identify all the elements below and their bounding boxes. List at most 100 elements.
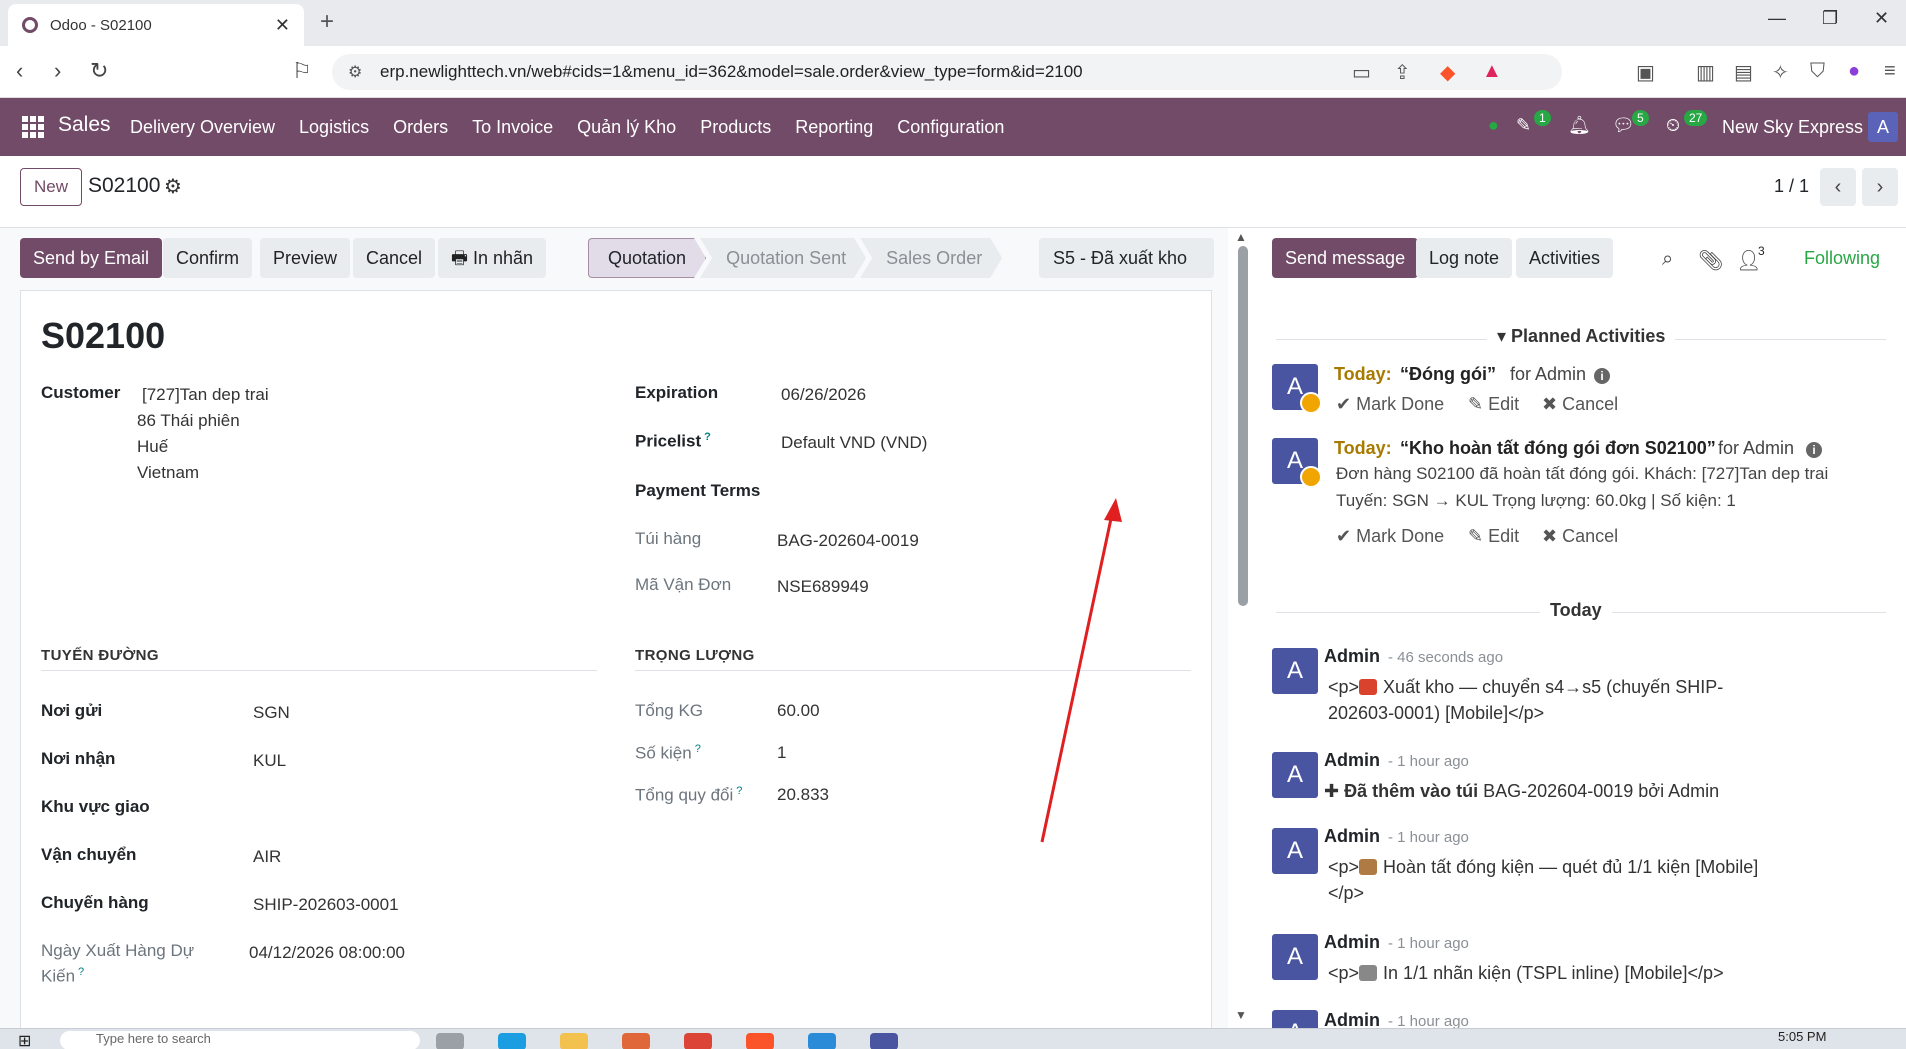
reader-icon[interactable]: ▣ — [1636, 60, 1655, 85]
edit-link[interactable]: ✎ Edit — [1468, 394, 1519, 415]
menu-logistics[interactable]: Logistics — [299, 117, 369, 138]
cancel-link[interactable]: ✖ Cancel — [1542, 394, 1618, 415]
sidebar-icon[interactable]: ▥ — [1696, 60, 1715, 85]
new-tab-icon[interactable]: + — [320, 8, 334, 36]
message-author[interactable]: Admin — [1324, 826, 1380, 847]
mark-done-link[interactable]: ✔ Mark Done — [1336, 394, 1444, 415]
task-view-icon[interactable] — [436, 1033, 464, 1049]
eta-field[interactable]: 04/12/2026 08:00:00 — [249, 943, 405, 963]
confirm-button[interactable]: Confirm — [163, 238, 253, 278]
new-button[interactable]: New — [20, 168, 82, 206]
profile-icon[interactable]: ● — [1848, 60, 1860, 83]
brave-icon[interactable] — [746, 1033, 774, 1049]
menu-quan-ly-kho[interactable]: Quản lý Kho — [577, 117, 676, 138]
scroll-up-icon[interactable]: ▲ — [1235, 230, 1247, 244]
taskbar-search[interactable]: Type here to search — [60, 1031, 420, 1049]
pricelist-field[interactable]: Default VND (VND) — [781, 433, 927, 453]
message-body-tag: <p> — [1328, 963, 1360, 983]
bookmark-icon[interactable]: ⚐ — [292, 58, 312, 84]
preview-button[interactable]: Preview — [260, 238, 351, 278]
total-kg-label: Tổng KG — [635, 701, 704, 720]
edge-icon[interactable] — [498, 1033, 526, 1049]
brave-rewards-icon[interactable]: ▲ — [1482, 60, 1502, 83]
app-name[interactable]: Sales — [58, 113, 111, 137]
help-tooltip-icon[interactable]: ? — [695, 743, 701, 755]
mark-done-link[interactable]: ✔ Mark Done — [1336, 526, 1444, 547]
apps-menu-icon[interactable] — [22, 116, 44, 138]
print-label-button[interactable]: 🖶︎ In nhãn — [438, 238, 547, 278]
customer-name[interactable]: [727]Tan dep trai — [142, 385, 269, 405]
user-avatar[interactable]: A — [1868, 112, 1898, 142]
chrome-icon[interactable] — [684, 1033, 712, 1049]
menu-delivery-overview[interactable]: Delivery Overview — [130, 117, 275, 138]
company-switcher[interactable]: New Sky Express — [1722, 117, 1863, 138]
restore-icon[interactable]: ❐ — [1822, 8, 1838, 29]
brave-shield-icon[interactable]: ◆ — [1440, 60, 1455, 85]
site-settings-icon[interactable]: ⚙ — [348, 62, 362, 82]
browser-tab[interactable]: Odoo - S02100 ✕ — [8, 4, 304, 46]
help-tooltip-icon[interactable]: ? — [78, 966, 84, 978]
message-author[interactable]: Admin — [1324, 646, 1380, 667]
help-tooltip-icon[interactable]: ? — [736, 785, 742, 797]
planned-activities-header[interactable]: ▾ Planned Activities — [1487, 326, 1676, 347]
scroll-down-icon[interactable]: ▼ — [1235, 1008, 1247, 1022]
stage-quotation-sent[interactable]: Quotation Sent — [700, 238, 866, 278]
send-by-email-button[interactable]: Send by Email — [20, 238, 163, 278]
telegram-icon[interactable] — [808, 1033, 836, 1049]
send-message-button[interactable]: Send message — [1272, 238, 1419, 278]
stage-quotation[interactable]: Quotation — [588, 238, 706, 278]
leo-icon[interactable]: ✧ — [1772, 60, 1789, 85]
message-author[interactable]: Admin — [1324, 932, 1380, 953]
activity-edit-icon[interactable]: ✎ — [1516, 115, 1531, 136]
vpn-icon[interactable]: ⛉ — [1810, 60, 1825, 83]
pager-value[interactable]: 1 / 1 — [1774, 176, 1809, 197]
cancel-link[interactable]: ✖ Cancel — [1542, 526, 1618, 547]
forward-icon[interactable]: › — [54, 58, 61, 84]
message-author[interactable]: Admin — [1324, 750, 1380, 771]
app-icon[interactable] — [870, 1033, 898, 1049]
origin-field[interactable]: SGN — [253, 703, 290, 723]
notification-bell-icon[interactable]: 🔔︎ — [1568, 115, 1591, 136]
clock-icon[interactable]: ⏲ — [1666, 115, 1680, 136]
stage-sales-order[interactable]: Sales Order — [860, 238, 1002, 278]
menu-icon[interactable]: ≡ — [1884, 60, 1896, 83]
menu-products[interactable]: Products — [700, 117, 771, 138]
pager-next-icon[interactable]: › — [1862, 168, 1898, 206]
log-note-button[interactable]: Log note — [1416, 238, 1513, 278]
pager-previous-icon[interactable]: ‹ — [1820, 168, 1856, 206]
tab-close-icon[interactable]: ✕ — [275, 15, 290, 36]
activities-button[interactable]: Activities — [1516, 238, 1614, 278]
menu-reporting[interactable]: Reporting — [795, 117, 873, 138]
info-icon[interactable]: i — [1594, 368, 1610, 384]
cast-icon[interactable]: ▭ — [1352, 60, 1371, 85]
info-icon[interactable]: i — [1806, 442, 1822, 458]
edit-link[interactable]: ✎ Edit — [1468, 526, 1519, 547]
form-scrollbar[interactable]: ▲ ▼ — [1234, 228, 1250, 1028]
shipment-field[interactable]: SHIP-202603-0001 — [253, 895, 399, 915]
following-button[interactable]: Following — [1804, 248, 1880, 269]
scroll-thumb[interactable] — [1238, 246, 1248, 606]
destination-field[interactable]: KUL — [253, 751, 286, 771]
menu-to-invoice[interactable]: To Invoice — [472, 117, 553, 138]
windows-start-icon[interactable]: ⊞ — [18, 1031, 31, 1049]
custom-stage-dropdown[interactable]: S5 - Đã xuất kho ▾ — [1039, 238, 1214, 308]
close-window-icon[interactable]: ✕ — [1874, 8, 1889, 29]
share-icon[interactable]: ⇪ — [1394, 60, 1411, 85]
gear-icon[interactable]: ⚙ — [164, 174, 182, 199]
search-icon[interactable]: ⌕ — [1662, 248, 1673, 271]
app-icon[interactable] — [622, 1033, 650, 1049]
address-bar[interactable]: ⚙ erp.newlighttech.vn/web#cids=1&menu_id… — [332, 54, 1562, 90]
transport-field[interactable]: AIR — [253, 847, 281, 867]
custom-stage-text: S5 - Đã xuất kho — [1053, 248, 1188, 268]
wallet-icon[interactable]: ▤ — [1734, 60, 1753, 85]
menu-orders[interactable]: Orders — [393, 117, 448, 138]
minimize-icon[interactable]: — — [1768, 8, 1786, 29]
help-tooltip-icon[interactable]: ? — [704, 431, 711, 443]
menu-configuration[interactable]: Configuration — [897, 117, 1004, 138]
back-icon[interactable]: ‹ — [16, 58, 23, 84]
paperclip-icon[interactable]: 📎︎ — [1698, 248, 1723, 273]
file-explorer-icon[interactable] — [560, 1033, 588, 1049]
expiration-field[interactable]: 06/26/2026 — [781, 385, 866, 405]
cancel-button[interactable]: Cancel — [353, 238, 436, 278]
reload-icon[interactable]: ↻ — [90, 58, 108, 84]
